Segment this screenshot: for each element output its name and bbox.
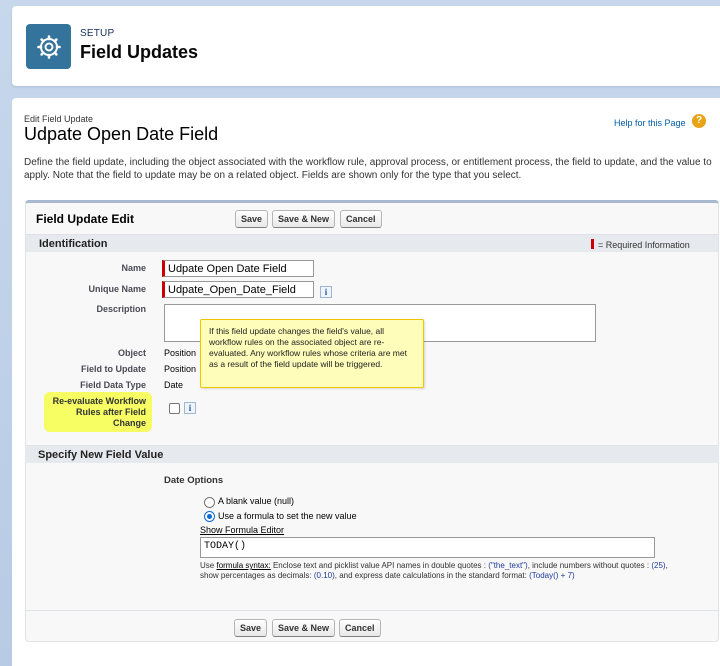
cancel-button-bottom[interactable]: Cancel bbox=[339, 619, 381, 637]
new-value-heading: Specify New Field Value bbox=[38, 449, 164, 461]
description-label: Description bbox=[96, 304, 146, 314]
formula-syntax-link[interactable]: formula syntax: bbox=[216, 561, 270, 570]
save-button-top[interactable]: Save bbox=[235, 210, 269, 228]
setup-header: SETUP Field Updates bbox=[12, 6, 720, 86]
setup-breadcrumb[interactable]: SETUP bbox=[80, 28, 114, 39]
help-icon[interactable]: ? bbox=[692, 114, 706, 128]
name-label: Name bbox=[121, 263, 146, 273]
reevaluate-checkbox[interactable] bbox=[169, 403, 180, 414]
footer-divider bbox=[25, 610, 719, 611]
field-data-type-value: Date bbox=[164, 380, 184, 390]
field-to-update-value: Position bbox=[164, 364, 197, 374]
formula-syntax-help: Use formula syntax: Enclose text and pic… bbox=[200, 561, 668, 580]
page-description: Define the field update, including the o… bbox=[24, 157, 712, 181]
save-button-bottom[interactable]: Save bbox=[234, 619, 268, 637]
unique-name-label: Unique Name bbox=[88, 284, 146, 294]
unique-name-info-icon[interactable]: i bbox=[320, 286, 332, 298]
required-bar-icon bbox=[591, 239, 594, 249]
blank-value-label: A blank value (null) bbox=[218, 496, 295, 506]
record-title: Udpate Open Date Field bbox=[24, 124, 219, 144]
unique-name-input[interactable]: Udpate_Open_Date_Field bbox=[162, 281, 314, 298]
show-formula-editor-link[interactable]: Show Formula Editor bbox=[200, 525, 284, 535]
help-link[interactable]: Help for this Page bbox=[614, 118, 686, 128]
required-legend: = Required Information bbox=[591, 239, 690, 250]
main-content: Edit Field Update Udpate Open Date Field… bbox=[12, 98, 720, 666]
cancel-button-top[interactable]: Cancel bbox=[340, 210, 382, 228]
name-input[interactable]: Udpate Open Date Field bbox=[162, 260, 314, 277]
field-data-type-label: Field Data Type bbox=[80, 380, 146, 390]
identification-section: Identification = Required Information bbox=[26, 234, 718, 252]
identification-heading: Identification bbox=[39, 238, 108, 250]
gear-icon bbox=[26, 24, 71, 69]
object-label: Object bbox=[117, 348, 146, 358]
formula-option-label: Use a formula to set the new value bbox=[218, 511, 357, 521]
reevaluate-info-icon[interactable]: i bbox=[184, 402, 196, 414]
date-options-label: Date Options bbox=[164, 475, 224, 486]
save-new-button-top[interactable]: Save & New bbox=[272, 210, 336, 228]
formula-textarea[interactable]: TODAY() bbox=[200, 537, 655, 558]
object-value: Position bbox=[164, 348, 197, 358]
save-new-button-bottom[interactable]: Save & New bbox=[272, 619, 336, 637]
new-value-section: Specify New Field Value bbox=[25, 445, 719, 463]
page-title: Field Updates bbox=[80, 42, 199, 62]
edit-label: Edit Field Update bbox=[24, 114, 94, 124]
blank-value-radio[interactable] bbox=[204, 497, 215, 508]
formula-radio[interactable] bbox=[204, 511, 215, 522]
reevaluate-tooltip: If this field update changes the field's… bbox=[200, 319, 424, 388]
reevaluate-label: Re-evaluate Workflow Rules after Field C… bbox=[52, 396, 146, 428]
panel-title: Field Update Edit bbox=[36, 212, 135, 226]
field-to-update-label: Field to Update bbox=[81, 364, 146, 374]
